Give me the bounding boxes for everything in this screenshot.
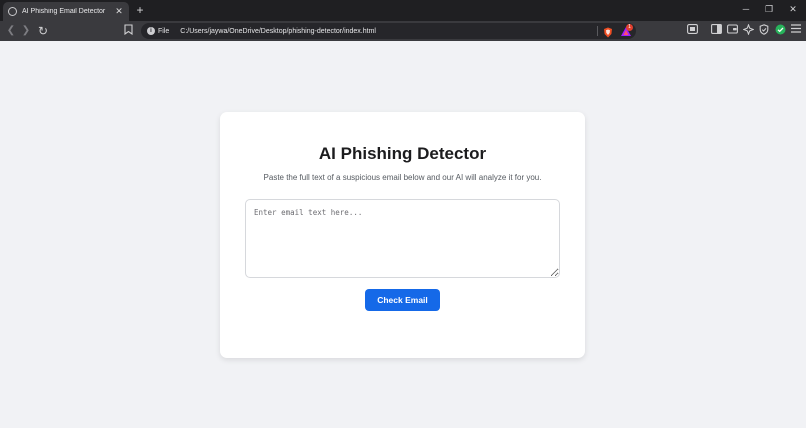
vpn-shield-icon[interactable] <box>757 24 771 38</box>
menu-icon[interactable] <box>789 24 803 38</box>
sidebar-icon[interactable] <box>709 24 723 38</box>
extension-icon[interactable] <box>773 24 787 38</box>
page-subtitle: Paste the full text of a suspicious emai… <box>263 173 542 182</box>
brave-shields-icon[interactable] <box>603 25 613 38</box>
check-email-button[interactable]: Check Email <box>365 289 440 311</box>
wallet-icon[interactable] <box>725 24 739 38</box>
bookmark-icon[interactable] <box>121 24 135 38</box>
page-title: AI Phishing Detector <box>318 144 487 163</box>
window-close-button[interactable]: ✕ <box>786 3 800 15</box>
active-tab[interactable]: AI Phishing Email Detector ✕ <box>3 2 129 21</box>
address-bar-divider <box>597 26 598 36</box>
restore-button[interactable]: ❐ <box>762 3 776 15</box>
tab-title: AI Phishing Email Detector <box>22 8 106 15</box>
tab-strip: AI Phishing Email Detector ✕ + ─ ❐ ✕ <box>0 0 806 21</box>
url-text[interactable]: C:/Users/jaywa/OneDrive/Desktop/phishing… <box>180 28 376 35</box>
browser-toolbar: ❮ ❯ ↻ i File C:/Users/jaywa/OneDrive/Des… <box>0 21 806 41</box>
email-text-input[interactable] <box>245 199 560 278</box>
screenshot-icon[interactable] <box>685 24 699 38</box>
back-icon[interactable]: ❮ <box>4 24 18 38</box>
reload-icon[interactable]: ↻ <box>36 24 50 38</box>
forward-icon[interactable]: ❯ <box>19 24 33 38</box>
site-info-icon[interactable]: i <box>147 27 155 35</box>
address-bar[interactable]: i File C:/Users/jaywa/OneDrive/Desktop/p… <box>141 23 636 39</box>
scheme-label: File <box>158 27 170 35</box>
tab-close-icon[interactable]: ✕ <box>114 7 124 16</box>
new-tab-button[interactable]: + <box>134 3 146 17</box>
globe-icon <box>8 7 17 16</box>
minimize-button[interactable]: ─ <box>739 3 753 15</box>
detector-card: AI Phishing Detector Paste the full text… <box>220 112 585 358</box>
leo-ai-icon[interactable] <box>741 23 755 38</box>
rewards-badge: 1 <box>626 24 633 31</box>
